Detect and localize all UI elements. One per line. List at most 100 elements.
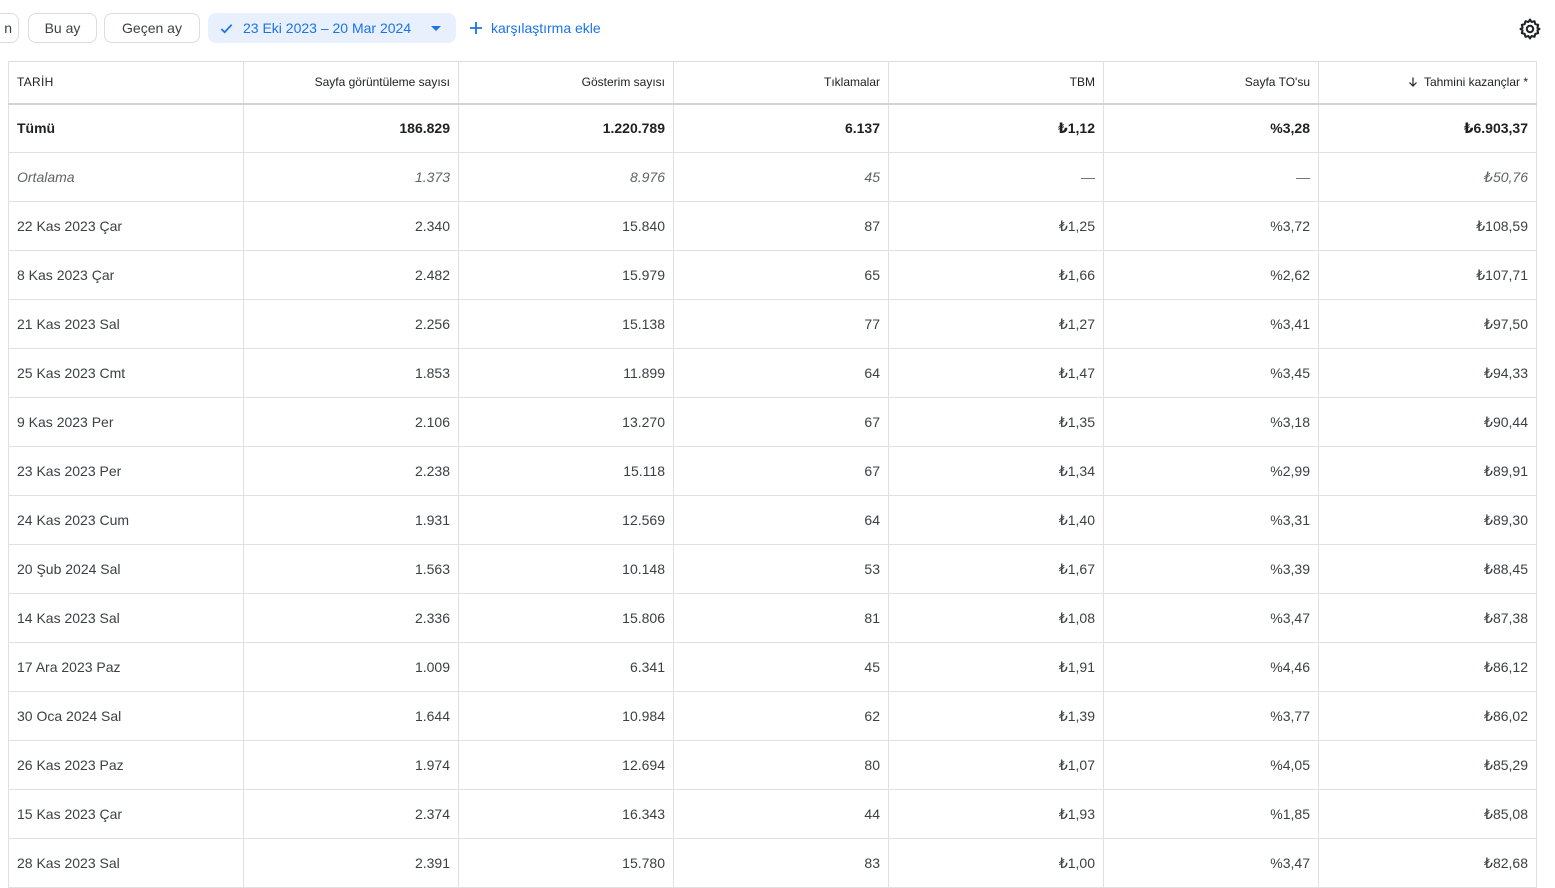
header-cpc[interactable]: TBM [888, 61, 1104, 105]
table-row: 30 Oca 2024 Sal 1.644 10.984 62 ₺1,39 %3,77 ₺8… [8, 691, 1537, 741]
cell-earnings: ₺97,50 [1318, 299, 1537, 349]
cell-cpc: ₺1,07 [888, 740, 1104, 790]
date-range-label: 23 Eki 2023 – 20 Mar 2024 [243, 20, 412, 36]
cell-page-ctr: %3,45 [1103, 348, 1319, 398]
table-row: 14 Kas 2023 Sal 2.336 15.806 81 ₺1,08 %3,47 ₺8… [8, 593, 1537, 643]
cell-date: 8 Kas 2023 Çar [8, 250, 244, 300]
cell-cpc: ₺1,08 [888, 593, 1104, 643]
add-comparison-button[interactable]: karşılaştırma ekle [466, 13, 601, 43]
cell-page-views: 2.374 [243, 789, 459, 839]
date-range-picker[interactable]: 23 Eki 2023 – 20 Mar 2024 [208, 13, 456, 43]
this-month-chip[interactable]: Bu ay [28, 13, 97, 43]
cell-impressions: 11.899 [458, 348, 674, 398]
cell-page-ctr: %2,62 [1103, 250, 1319, 300]
cell-cpc: ₺1,67 [888, 544, 1104, 594]
cell-earnings: ₺88,45 [1318, 544, 1537, 594]
cell-cpc: ₺1,91 [888, 642, 1104, 692]
cell-earnings: ₺89,91 [1318, 446, 1537, 496]
cell-page-ctr: %3,28 [1103, 103, 1319, 153]
cell-page-ctr: %3,41 [1103, 299, 1319, 349]
cell-date: 24 Kas 2023 Cum [8, 495, 244, 545]
table-row: 24 Kas 2023 Cum 1.931 12.569 64 ₺1,40 %3,31 ₺8… [8, 495, 1537, 545]
header-clicks[interactable]: Tıklamalar [673, 61, 889, 105]
cell-impressions: 1.220.789 [458, 103, 674, 153]
cell-earnings: ₺86,12 [1318, 642, 1537, 692]
cell-date: 14 Kas 2023 Sal [8, 593, 244, 643]
cell-clicks: 45 [673, 642, 889, 692]
cell-cpc: ₺1,35 [888, 397, 1104, 447]
table-row: 26 Kas 2023 Paz 1.974 12.694 80 ₺1,07 %4,05 ₺8… [8, 740, 1537, 790]
table-row: 9 Kas 2023 Per 2.106 13.270 67 ₺1,35 %3,18 ₺90… [8, 397, 1537, 447]
cell-earnings: ₺6.903,37 [1318, 103, 1537, 153]
check-icon [220, 24, 233, 34]
cell-impressions: 10.148 [458, 544, 674, 594]
cell-clicks: 80 [673, 740, 889, 790]
table-header-row: TARİH Sayfa görüntüleme sayısı Gösterim … [8, 61, 1537, 105]
cell-page-views: 2.482 [243, 250, 459, 300]
cell-earnings: ₺87,38 [1318, 593, 1537, 643]
cell-page-ctr: %3,72 [1103, 201, 1319, 251]
cell-date: 23 Kas 2023 Per [8, 446, 244, 496]
cell-date: 15 Kas 2023 Çar [8, 789, 244, 839]
date-preset-chip-partial[interactable]: n [0, 13, 19, 43]
cell-impressions: 6.341 [458, 642, 674, 692]
cell-cpc: ₺1,93 [888, 789, 1104, 839]
cell-earnings: ₺94,33 [1318, 348, 1537, 398]
cell-cpc: ₺1,25 [888, 201, 1104, 251]
cell-impressions: 15.840 [458, 201, 674, 251]
cell-page-ctr: %2,99 [1103, 446, 1319, 496]
table-row: 17 Ara 2023 Paz 1.009 6.341 45 ₺1,91 %4,46 ₺86… [8, 642, 1537, 692]
cell-date: 9 Kas 2023 Per [8, 397, 244, 447]
cell-page-views: 2.106 [243, 397, 459, 447]
cell-impressions: 8.976 [458, 152, 674, 202]
header-impressions[interactable]: Gösterim sayısı [458, 61, 674, 105]
earnings-report-table: TARİH Sayfa görüntüleme sayısı Gösterim … [8, 61, 1537, 888]
cell-clicks: 44 [673, 789, 889, 839]
cell-earnings: ₺86,02 [1318, 691, 1537, 741]
header-page-views[interactable]: Sayfa görüntüleme sayısı [243, 61, 459, 105]
cell-clicks: 62 [673, 691, 889, 741]
arrow-down-icon [1409, 77, 1417, 88]
cell-page-ctr: %1,85 [1103, 789, 1319, 839]
last-month-chip[interactable]: Geçen ay [104, 13, 200, 43]
cell-impressions: 15.138 [458, 299, 674, 349]
cell-page-views: 2.238 [243, 446, 459, 496]
cell-page-ctr: %3,31 [1103, 495, 1319, 545]
cell-page-views: 1.931 [243, 495, 459, 545]
cell-clicks: 64 [673, 348, 889, 398]
gear-icon[interactable] [1518, 17, 1542, 41]
cell-page-views: 1.853 [243, 348, 459, 398]
table-row: 20 Şub 2024 Sal 1.563 10.148 53 ₺1,67 %3,39 ₺8… [8, 544, 1537, 594]
cell-page-ctr: %3,39 [1103, 544, 1319, 594]
cell-earnings: ₺90,44 [1318, 397, 1537, 447]
cell-date: Tümü [8, 103, 244, 153]
cell-cpc: ₺1,66 [888, 250, 1104, 300]
report-toolbar: n Bu ay Geçen ay 23 Eki 2023 – 20 Mar 20… [0, 0, 1555, 58]
header-earnings[interactable]: Tahmini kazançlar * [1318, 61, 1537, 105]
cell-date: 26 Kas 2023 Paz [8, 740, 244, 790]
cell-impressions: 15.979 [458, 250, 674, 300]
cell-date: 28 Kas 2023 Sal [8, 838, 244, 888]
cell-impressions: 15.118 [458, 446, 674, 496]
cell-date: 22 Kas 2023 Çar [8, 201, 244, 251]
cell-earnings: ₺107,71 [1318, 250, 1537, 300]
cell-page-ctr: %4,05 [1103, 740, 1319, 790]
cell-impressions: 13.270 [458, 397, 674, 447]
cell-clicks: 64 [673, 495, 889, 545]
cell-date: 30 Oca 2024 Sal [8, 691, 244, 741]
cell-earnings: ₺82,68 [1318, 838, 1537, 888]
cell-clicks: 53 [673, 544, 889, 594]
cell-cpc: ₺1,39 [888, 691, 1104, 741]
table-row: 21 Kas 2023 Sal 2.256 15.138 77 ₺1,27 %3,41 ₺9… [8, 299, 1537, 349]
cell-earnings: ₺89,30 [1318, 495, 1537, 545]
cell-impressions: 15.780 [458, 838, 674, 888]
cell-clicks: 65 [673, 250, 889, 300]
cell-page-views: 1.373 [243, 152, 459, 202]
cell-clicks: 6.137 [673, 103, 889, 153]
cell-clicks: 67 [673, 446, 889, 496]
cell-page-views: 186.829 [243, 103, 459, 153]
header-page-ctr[interactable]: Sayfa TO'su [1103, 61, 1319, 105]
table-row: 23 Kas 2023 Per 2.238 15.118 67 ₺1,34 %2,99 ₺8… [8, 446, 1537, 496]
table-row: 28 Kas 2023 Sal 2.391 15.780 83 ₺1,00 %3,47 ₺8… [8, 838, 1537, 888]
header-date[interactable]: TARİH [8, 61, 244, 105]
